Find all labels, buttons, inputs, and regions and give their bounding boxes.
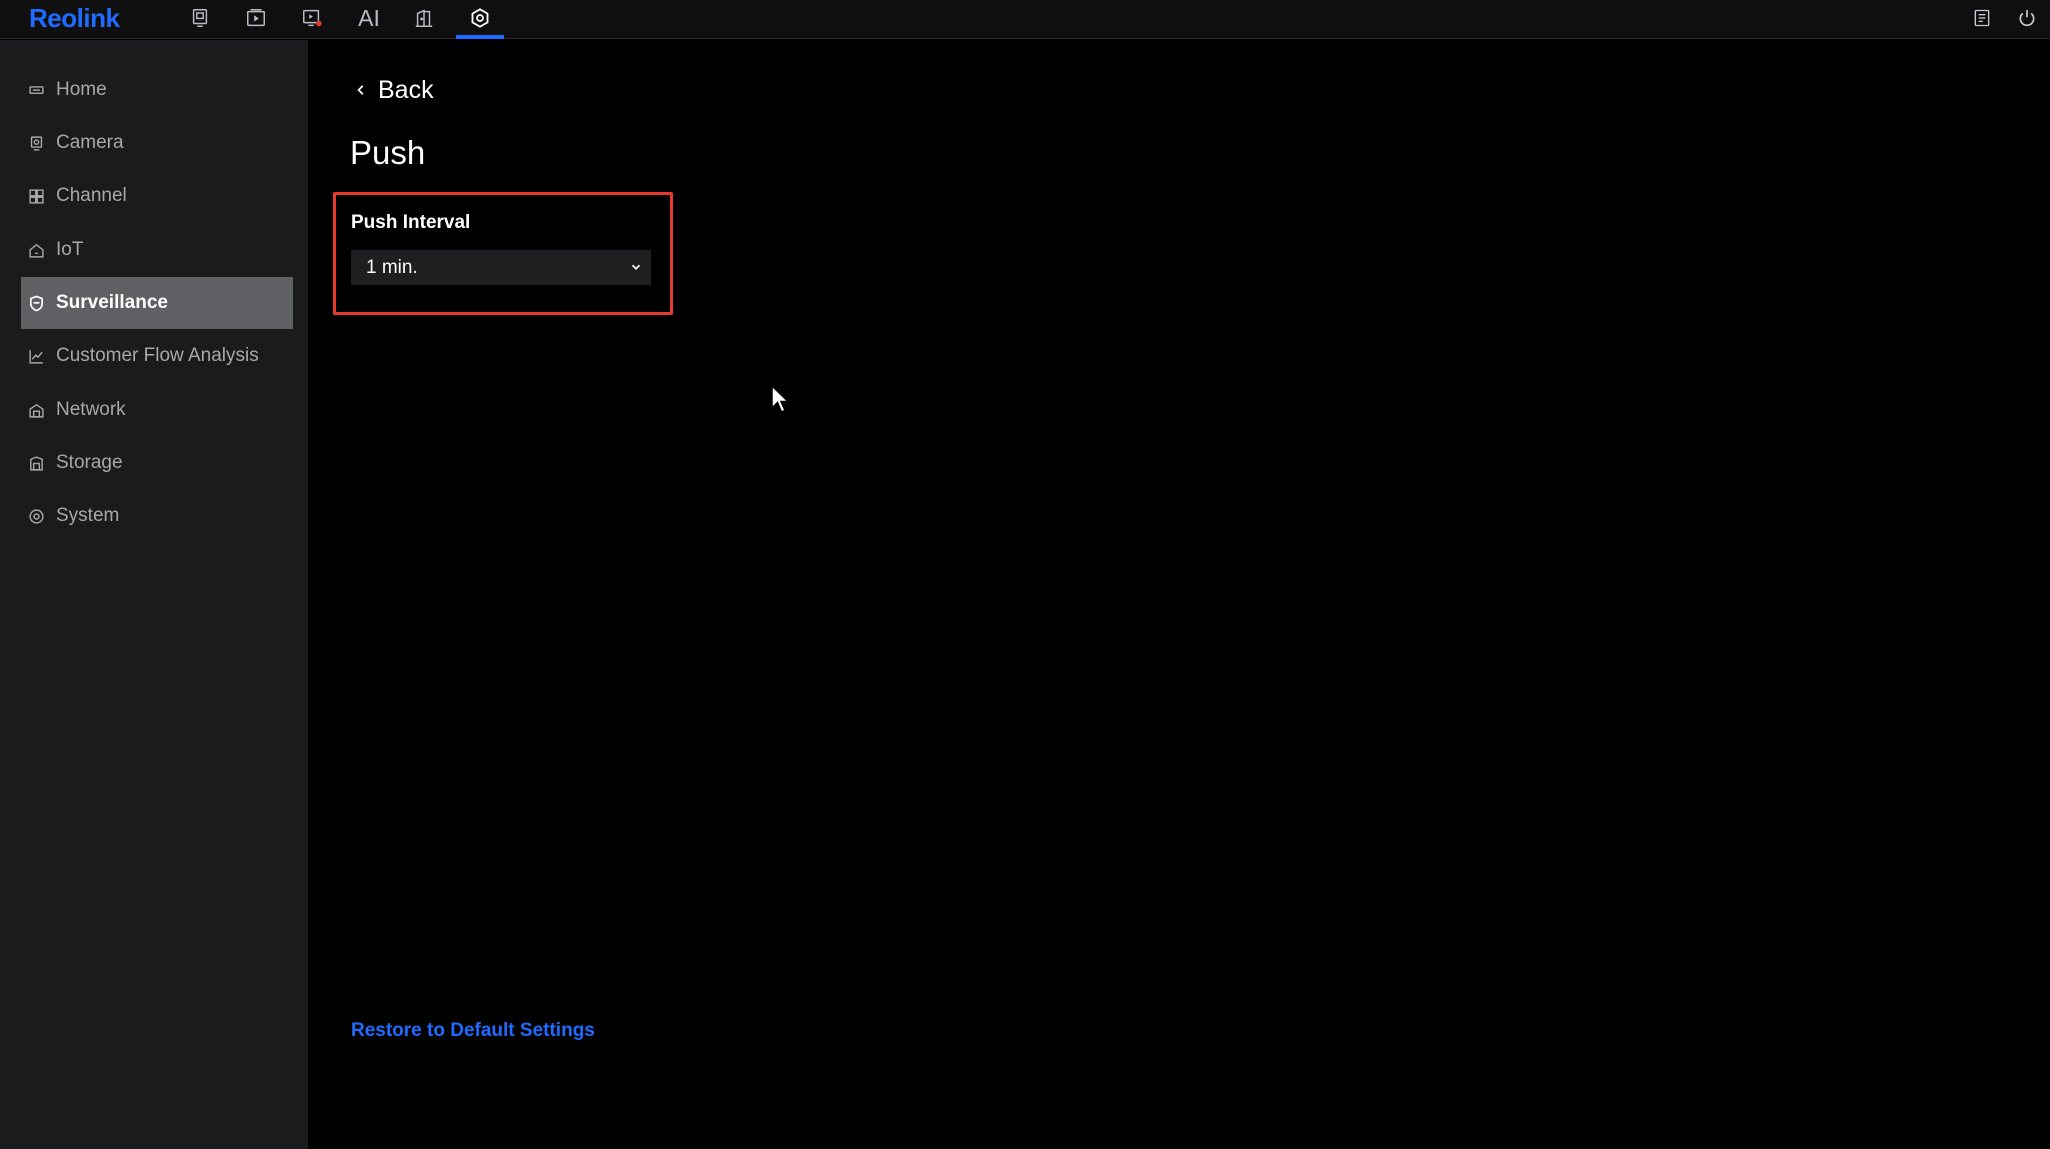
door-icon[interactable]: [409, 4, 439, 32]
sidebar-item-camera[interactable]: Camera: [21, 117, 293, 169]
sidebar-item-label: Storage: [56, 452, 123, 473]
settings-icon[interactable]: [465, 4, 495, 32]
reolink-logo: Reolink: [29, 3, 120, 33]
sidebar-item-label: IoT: [56, 239, 84, 260]
sidebar-item-label: Channel: [56, 185, 127, 206]
sidebar-item-label: Home: [56, 79, 107, 100]
message-icon[interactable]: [1968, 4, 1996, 32]
sidebar-item-iot[interactable]: IoT: [21, 224, 293, 276]
push-interval-select[interactable]: 1 min.: [351, 250, 651, 285]
sidebar-item-channel[interactable]: Channel: [21, 170, 293, 222]
gear-icon: [27, 507, 45, 525]
network-icon: [27, 401, 45, 419]
sidebar-item-label: Network: [56, 399, 126, 420]
page-title: Push: [350, 134, 426, 171]
shield-icon: [27, 294, 45, 312]
push-interval-label: Push Interval: [351, 212, 471, 233]
power-icon[interactable]: [2013, 4, 2041, 32]
sidebar-item-surveillance[interactable]: Surveillance: [21, 277, 293, 329]
chevron-left-icon: [357, 85, 364, 95]
push-interval-value: 1 min.: [366, 256, 418, 278]
alarm-playback-icon[interactable]: [297, 4, 327, 32]
back-link[interactable]: Back: [354, 72, 434, 108]
sidebar-item-label: Camera: [56, 132, 124, 153]
chart-icon: [27, 347, 45, 365]
sidebar-item-label: System: [56, 505, 120, 526]
playback-icon[interactable]: [241, 4, 271, 32]
home-icon: [27, 81, 45, 99]
sidebar-item-storage[interactable]: Storage: [21, 437, 293, 489]
sidebar: Home Camera Channel IoT Surveillance Cus…: [0, 40, 308, 1149]
top-bar: Reolink AI: [0, 0, 2050, 39]
sidebar-item-customer-flow-analysis[interactable]: Customer Flow Analysis: [21, 330, 293, 382]
house-icon: [27, 241, 45, 259]
restore-default-link[interactable]: Restore to Default Settings: [351, 1020, 595, 1042]
sidebar-item-label: Surveillance: [56, 292, 168, 313]
back-label: Back: [378, 75, 434, 104]
sidebar-item-system[interactable]: System: [21, 490, 293, 542]
storage-icon: [27, 454, 45, 472]
sidebar-item-home[interactable]: Home: [21, 64, 293, 116]
sidebar-item-label: Customer Flow Analysis: [56, 345, 259, 366]
camera-icon: [27, 134, 45, 152]
ai-nav[interactable]: AI: [354, 4, 384, 32]
grid-icon: [27, 187, 45, 205]
active-tab-indicator: [456, 35, 504, 39]
mouse-cursor-icon: [771, 384, 790, 413]
live-view-monitor-icon[interactable]: [185, 4, 215, 32]
sidebar-item-network[interactable]: Network: [21, 384, 293, 436]
chevron-down-icon: [631, 264, 641, 270]
